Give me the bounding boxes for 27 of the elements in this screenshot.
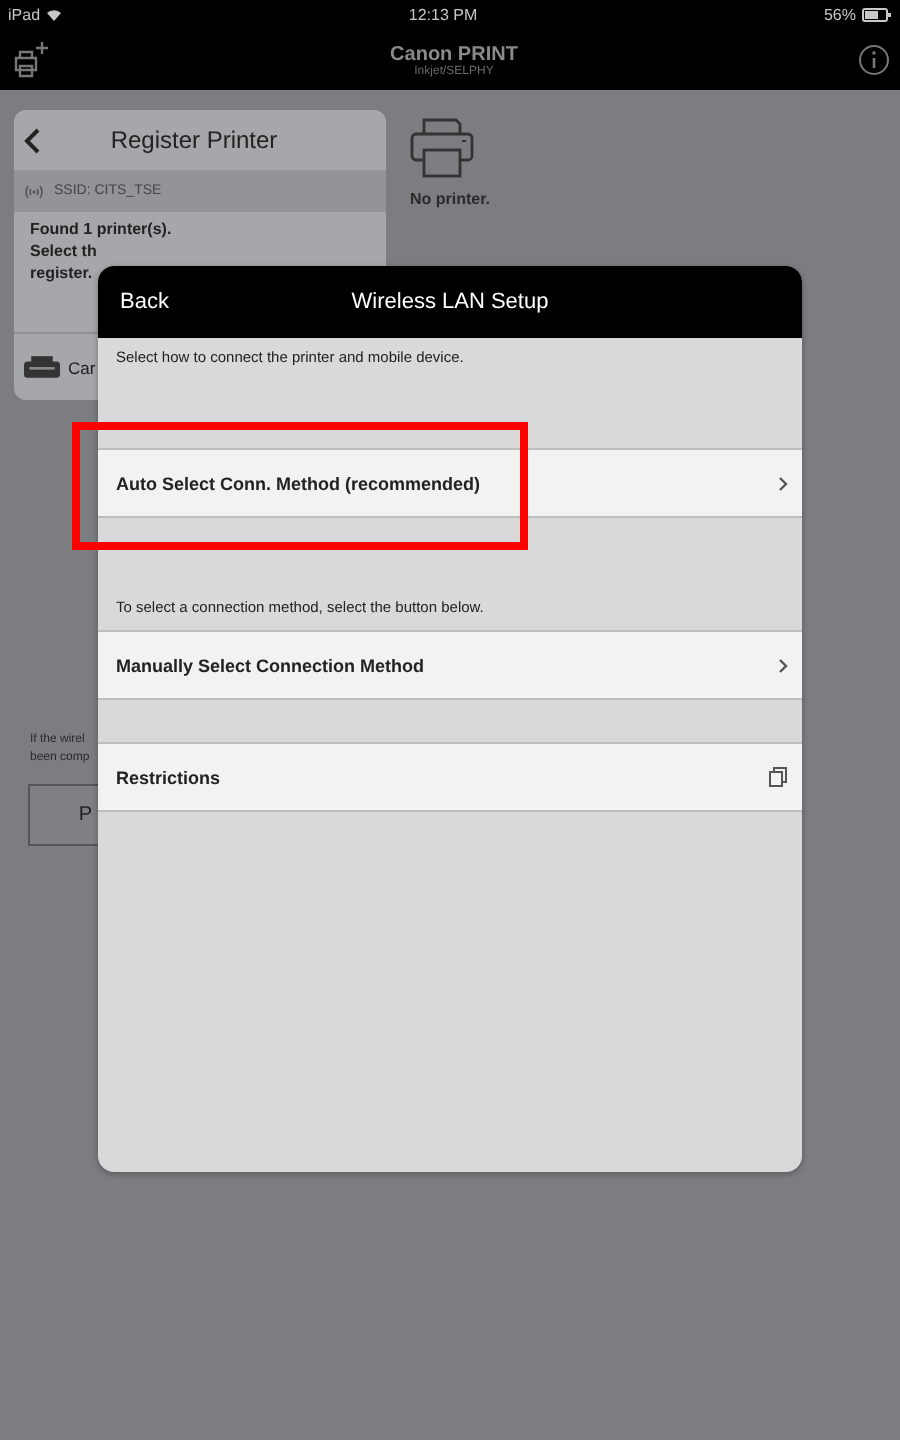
printer-name[interactable]: Car (68, 357, 96, 377)
menu-row[interactable]: Restrictions (98, 742, 802, 812)
chevron-icon (778, 475, 788, 491)
instruction-text: register. (30, 264, 95, 284)
found-message: Found 1 printer(s). (30, 220, 174, 240)
wireless-icon (24, 183, 44, 199)
app-title: Canon PRINT (390, 43, 518, 65)
chevron-icon (778, 657, 788, 673)
add-printer-icon[interactable] (10, 40, 50, 80)
clock: 12:13 PM (408, 6, 478, 24)
battery-icon (862, 8, 892, 22)
menu-row[interactable]: Auto Select Conn. Method (recommended) (98, 448, 802, 518)
device-name: iPad (8, 6, 41, 24)
menu-row[interactable]: Manually Select Connection Method (98, 630, 802, 700)
dialog-title: Wireless LAN Setup (351, 290, 549, 314)
setup-button[interactable]: P (28, 784, 100, 846)
instruction-text: Select th (30, 242, 99, 262)
wifi-icon (46, 8, 63, 22)
info-icon[interactable] (857, 44, 890, 76)
copy-icon (768, 766, 788, 788)
printer-icon (410, 114, 474, 178)
back-chevron-icon[interactable] (24, 127, 40, 153)
no-printer-label: No printer. (410, 190, 491, 208)
back-button[interactable]: Back (120, 290, 169, 314)
popover-title: Register Printer (108, 126, 280, 154)
battery-percent: 56% (823, 6, 856, 24)
printer-icon (24, 356, 60, 378)
